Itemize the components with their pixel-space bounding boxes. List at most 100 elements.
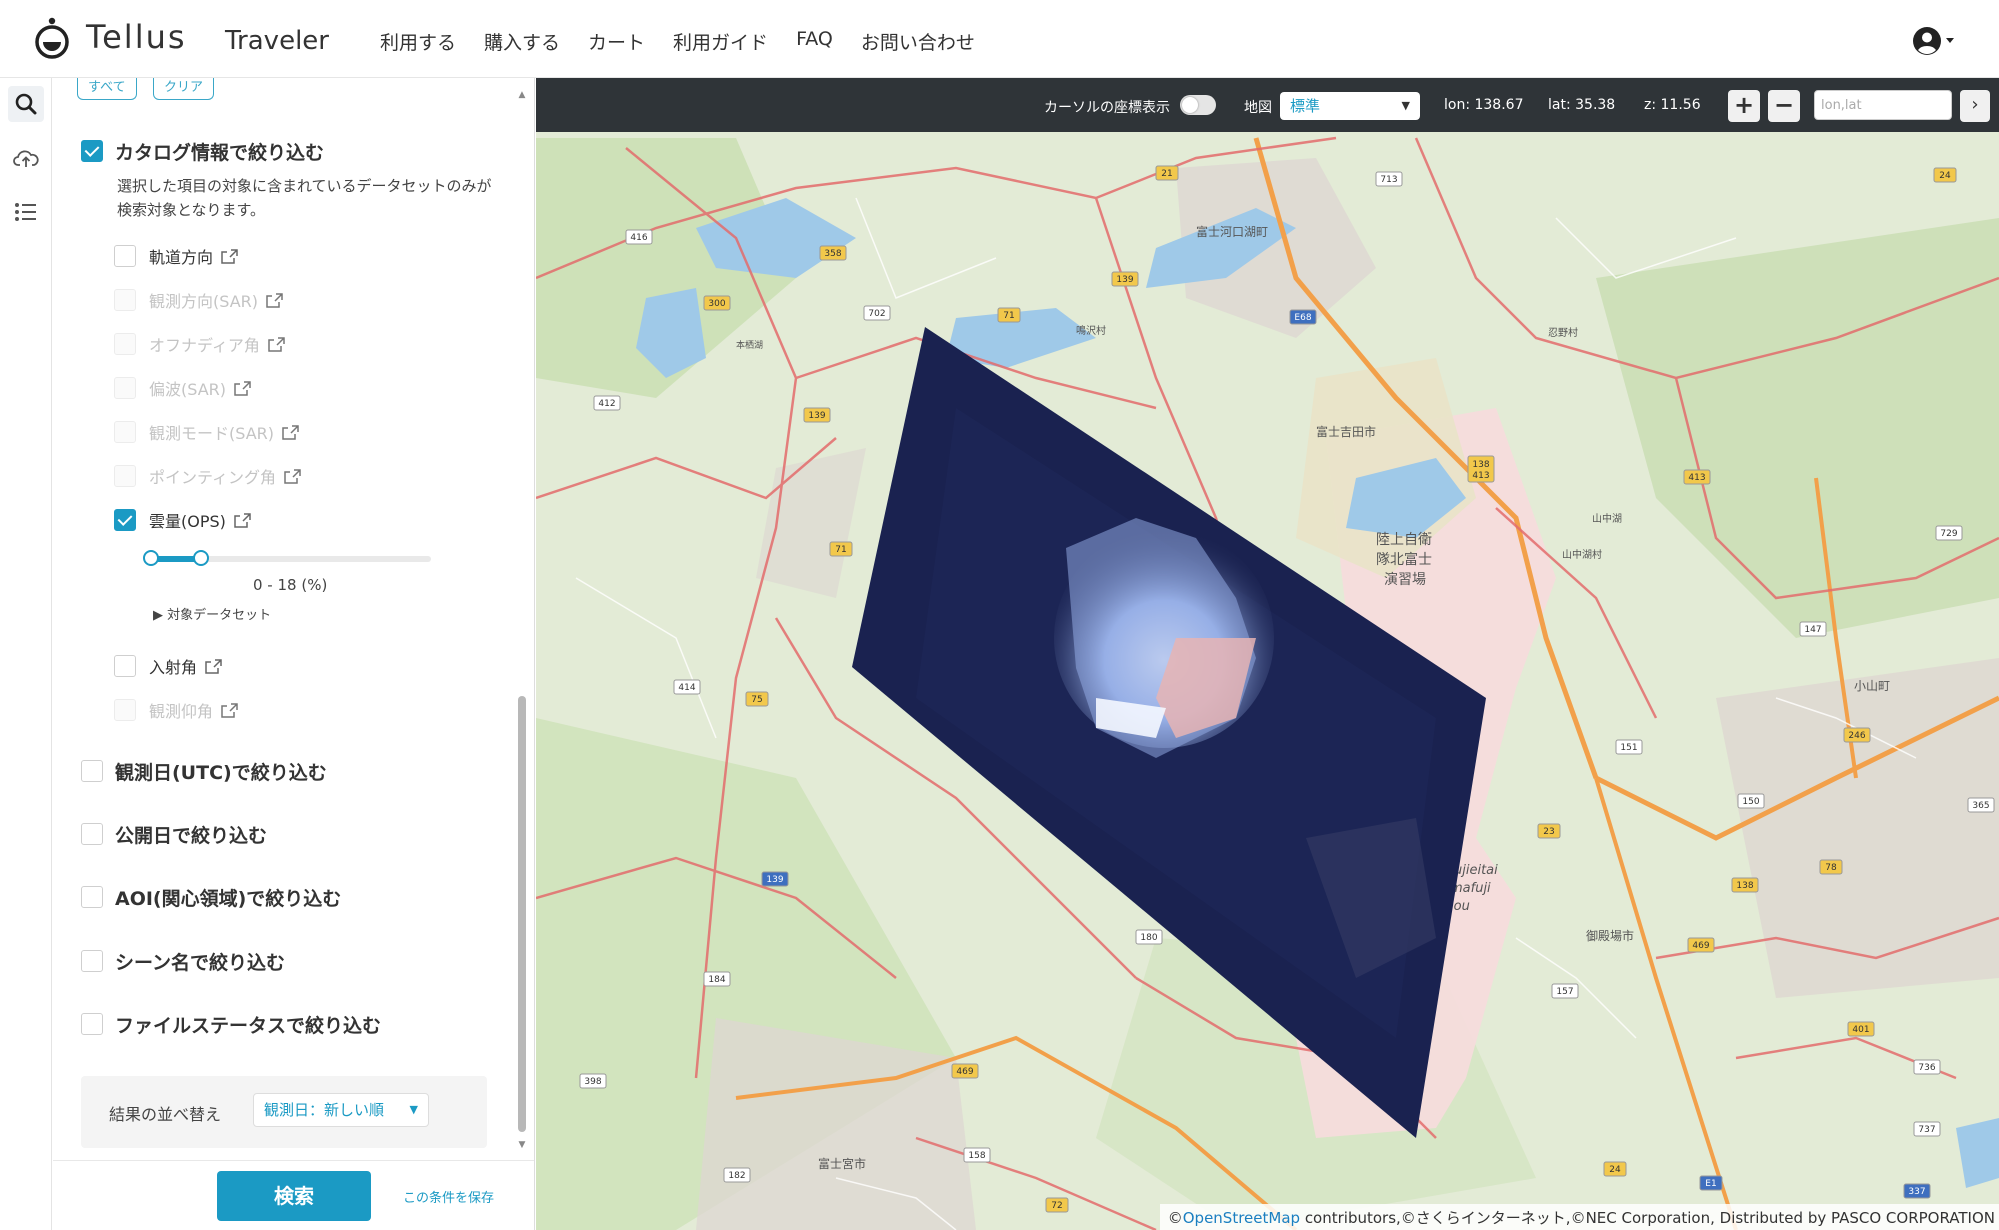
map-canvas[interactable]: 21 713 24 416 358 139 300 702 71 E68 412… xyxy=(536,78,1999,1230)
external-link-icon[interactable] xyxy=(284,468,301,484)
save-condition-link[interactable]: この条件を保存 xyxy=(403,1187,494,1206)
zoom-out-button[interactable]: − xyxy=(1768,90,1800,122)
sort-select[interactable]: 観測日：新しい順 ▼ xyxy=(253,1093,429,1127)
svg-text:702: 702 xyxy=(868,309,885,319)
external-link-icon[interactable] xyxy=(282,424,299,440)
svg-text:24: 24 xyxy=(1939,171,1951,181)
scroll-down-arrow[interactable]: ▼ xyxy=(515,1140,529,1150)
map-layer-select[interactable]: 標準 ▼ xyxy=(1280,92,1420,120)
pointing-angle-checkbox xyxy=(114,465,136,487)
cloud-cover-checkbox[interactable] xyxy=(114,509,136,531)
upload-tool-button[interactable] xyxy=(8,140,44,176)
cloud-cover-max-handle[interactable] xyxy=(193,550,210,566)
go-to-coordinate-button[interactable]: › xyxy=(1960,90,1990,122)
catalog-filter-checkbox[interactable] xyxy=(81,140,103,162)
coordinate-input[interactable] xyxy=(1814,90,1952,120)
pointing-angle-label: ポインティング角 xyxy=(149,464,301,488)
chevron-down-icon: ▼ xyxy=(1401,99,1410,112)
external-link-icon[interactable] xyxy=(268,336,285,352)
tellus-logo-icon[interactable] xyxy=(32,16,72,60)
openstreetmap-link[interactable]: OpenStreetMap xyxy=(1183,1209,1300,1227)
select-all-chip[interactable]: すべて xyxy=(77,78,137,100)
map-attribution: ©OpenStreetMap contributors,©さくらインターネット,… xyxy=(1159,1204,1999,1230)
main-nav: 利用する 購入する カート 利用ガイド FAQ お問い合わせ xyxy=(380,28,975,55)
place-label: 小山町 xyxy=(1854,679,1890,693)
sort-select-value: 観測日：新しい順 xyxy=(264,1101,385,1119)
svg-text:737: 737 xyxy=(1918,1125,1935,1135)
panel-scroll-thumb[interactable] xyxy=(518,696,526,1132)
elevation-angle-text: 観測仰角 xyxy=(149,702,214,721)
user-avatar-icon xyxy=(1913,27,1941,55)
cloud-cover-label[interactable]: 雲量(OPS) xyxy=(149,508,251,532)
nav-faq[interactable]: FAQ xyxy=(796,28,833,55)
svg-text:365: 365 xyxy=(1972,801,1989,811)
nav-contact[interactable]: お問い合わせ xyxy=(861,28,975,55)
target-dataset-toggle[interactable]: ▶ 対象データセット xyxy=(153,604,271,623)
map-view[interactable]: 21 713 24 416 358 139 300 702 71 E68 412… xyxy=(536,78,1999,1230)
cloud-cover-range-text: 0 - 18 (%) xyxy=(253,576,328,594)
svg-text:412: 412 xyxy=(598,399,615,409)
catalog-filter-description: 選択した項目の対象に含まれているデータセットのみが検索対象となります。 xyxy=(117,177,492,219)
list-tool-button[interactable] xyxy=(8,194,44,230)
orbit-direction-label[interactable]: 軌道方向 xyxy=(149,244,238,268)
external-link-icon[interactable] xyxy=(266,292,283,308)
svg-text:138: 138 xyxy=(1736,881,1753,891)
search-icon xyxy=(15,93,37,115)
nav-cart[interactable]: カート xyxy=(588,28,645,55)
incidence-angle-checkbox[interactable] xyxy=(114,655,136,677)
file-status-filter-label[interactable]: ファイルステータスで絞り込む xyxy=(115,1011,381,1038)
look-direction-text: 観測方向(SAR) xyxy=(149,292,259,311)
scene-name-filter-label[interactable]: シーン名で絞り込む xyxy=(115,948,285,975)
map-layer-label: 地図 xyxy=(1244,100,1272,116)
external-link-icon[interactable] xyxy=(221,248,238,264)
place-label: 陸上自衛 xyxy=(1376,532,1432,548)
place-label: 隊北富士 xyxy=(1376,551,1432,568)
publish-date-checkbox[interactable] xyxy=(81,823,103,845)
scroll-up-arrow[interactable]: ▲ xyxy=(515,90,529,100)
place-label: 忍野村 xyxy=(1548,326,1578,339)
cursor-coord-toggle[interactable] xyxy=(1180,95,1216,115)
orbit-direction-checkbox[interactable] xyxy=(114,245,136,267)
list-icon xyxy=(15,203,36,221)
cloud-cover-slider[interactable] xyxy=(143,550,431,566)
observation-date-checkbox[interactable] xyxy=(81,760,103,782)
incidence-angle-text: 入射角 xyxy=(149,658,198,677)
user-menu[interactable] xyxy=(1912,26,1954,56)
svg-text:337: 337 xyxy=(1908,1187,1925,1197)
upload-cloud-icon xyxy=(13,150,39,167)
brand-name[interactable]: Tellus xyxy=(86,18,187,56)
look-direction-checkbox xyxy=(114,289,136,311)
external-link-icon[interactable] xyxy=(234,512,251,528)
cloud-cover-min-handle[interactable] xyxy=(143,550,159,566)
catalog-filter-label[interactable]: カタログ情報で絞り込む xyxy=(115,138,324,165)
svg-text:300: 300 xyxy=(708,299,725,309)
publish-date-filter-label[interactable]: 公開日で絞り込む xyxy=(115,821,267,848)
place-label: ujieitai xyxy=(1454,863,1498,878)
zoom-in-button[interactable]: + xyxy=(1728,90,1760,122)
nav-use[interactable]: 利用する xyxy=(380,28,456,55)
external-link-icon[interactable] xyxy=(205,658,222,674)
nav-buy[interactable]: 購入する xyxy=(484,28,560,55)
elevation-angle-checkbox xyxy=(114,699,136,721)
brand-sub[interactable]: Traveler xyxy=(225,26,329,56)
file-status-checkbox[interactable] xyxy=(81,1013,103,1035)
external-link-icon[interactable] xyxy=(234,380,251,396)
scene-name-checkbox[interactable] xyxy=(81,950,103,972)
nav-guide[interactable]: 利用ガイド xyxy=(673,28,768,55)
svg-text:413: 413 xyxy=(1688,473,1705,483)
clear-chip[interactable]: クリア xyxy=(153,78,215,100)
tool-rail xyxy=(0,78,52,1230)
observation-mode-checkbox xyxy=(114,421,136,443)
aoi-checkbox[interactable] xyxy=(81,886,103,908)
svg-text:246: 246 xyxy=(1848,731,1865,741)
svg-text:75: 75 xyxy=(751,695,762,705)
incidence-angle-label[interactable]: 入射角 xyxy=(149,654,222,678)
external-link-icon[interactable] xyxy=(221,702,238,718)
sort-label: 結果の並べ替え xyxy=(109,1105,222,1124)
observation-date-filter-label[interactable]: 観測日(UTC)で絞り込む xyxy=(115,758,327,785)
search-button[interactable]: 検索 xyxy=(217,1171,371,1221)
place-label: 山中湖村 xyxy=(1562,548,1602,561)
top-header: Tellus Traveler 利用する 購入する カート 利用ガイド FAQ … xyxy=(0,0,1999,78)
search-tool-button[interactable] xyxy=(8,86,44,122)
aoi-filter-label[interactable]: AOI(関心領域)で絞り込む xyxy=(115,884,341,911)
